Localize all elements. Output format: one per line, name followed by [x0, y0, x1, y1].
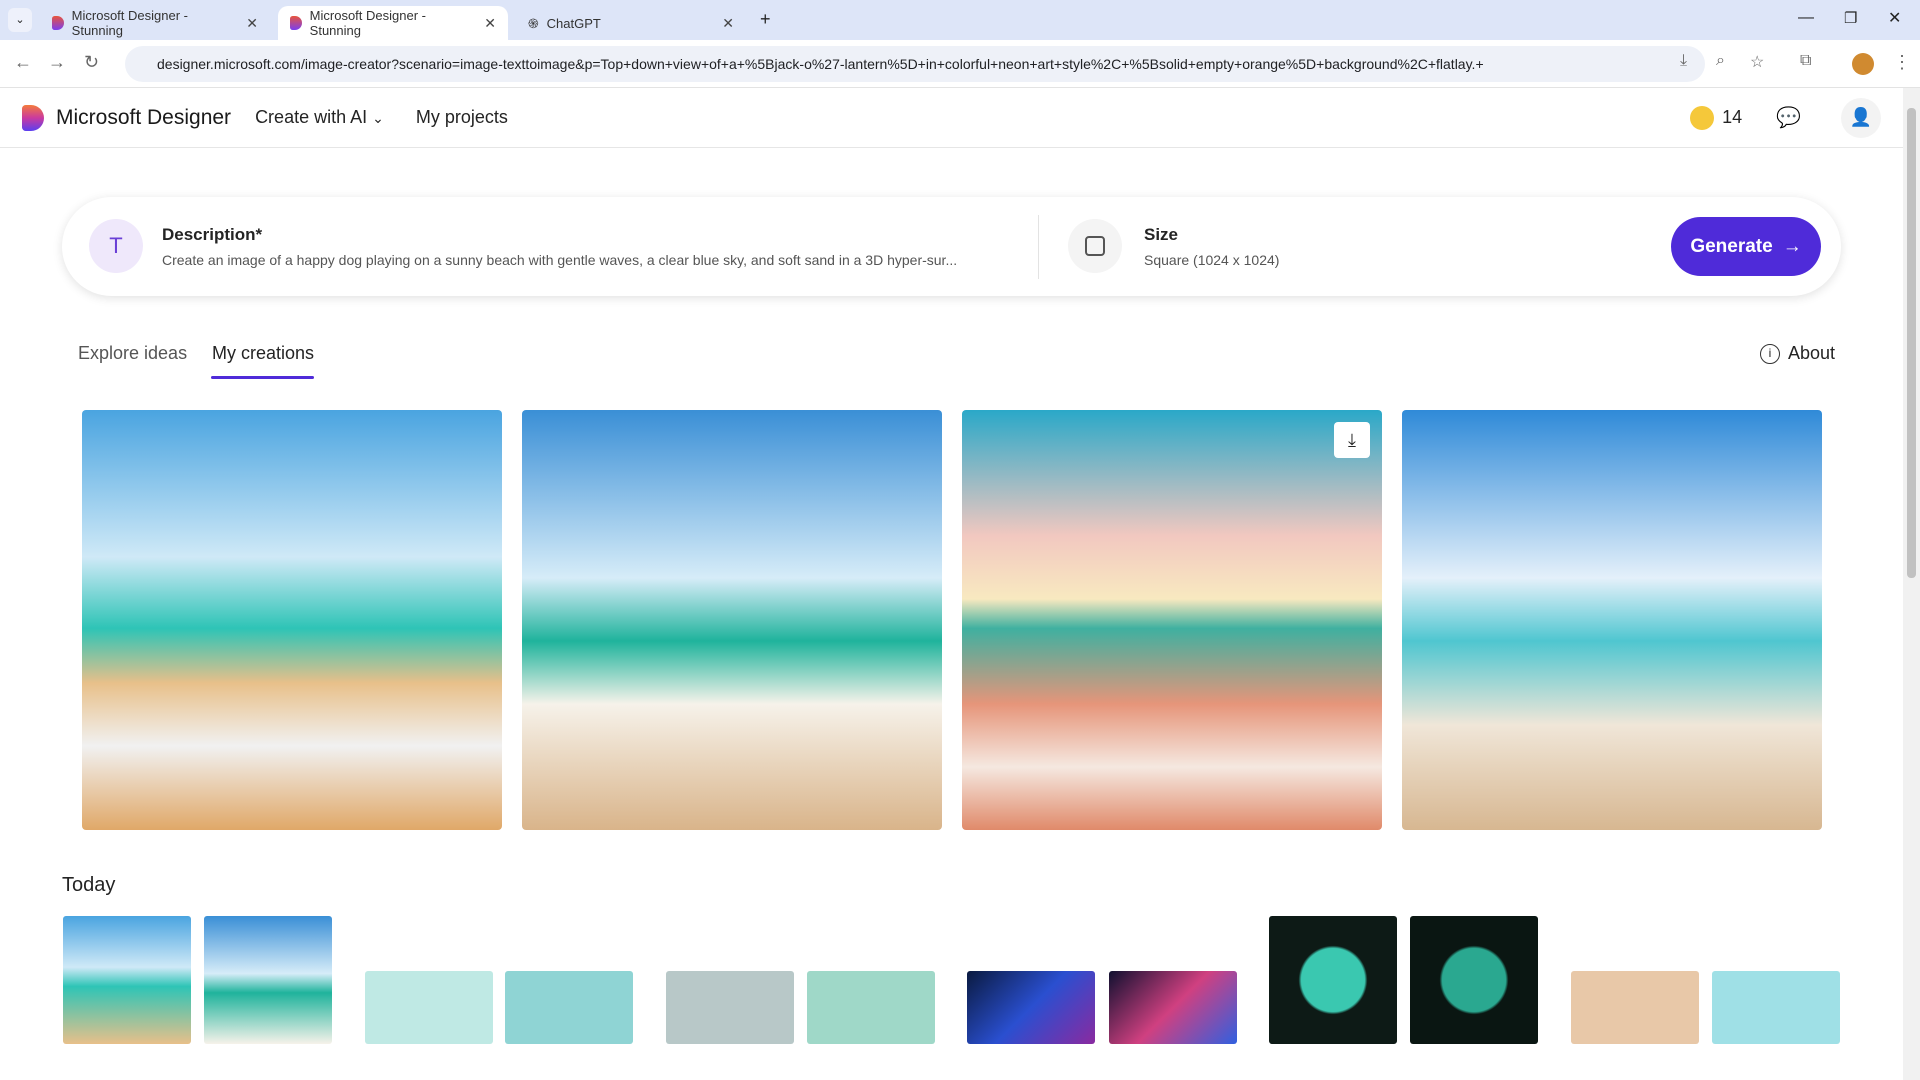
history-thumbnail[interactable] — [666, 971, 794, 1044]
tab-my-creations[interactable]: My creations — [212, 343, 314, 364]
close-icon[interactable]: ✕ — [484, 15, 496, 32]
extensions-icon[interactable]: ⧉ — [1800, 52, 1811, 70]
window-close-icon[interactable]: ✕ — [1888, 8, 1901, 28]
history-thumbnail[interactable] — [63, 916, 191, 1044]
size-label: Size — [1144, 225, 1179, 244]
designer-favicon — [290, 16, 302, 30]
new-tab-icon[interactable]: + — [760, 9, 771, 30]
browser-tab-3[interactable]: ֍ ChatGPT ✕ — [516, 6, 746, 40]
close-icon[interactable]: ✕ — [722, 15, 734, 32]
chevron-down-icon: ⌄ — [372, 110, 384, 126]
history-thumbnail[interactable] — [807, 971, 935, 1044]
generate-label: Generate — [1690, 235, 1773, 257]
text-add-icon: T — [89, 219, 143, 273]
about-label: About — [1788, 343, 1836, 363]
history-thumbnail[interactable] — [1269, 916, 1397, 1044]
about-button[interactable]: i About — [1760, 343, 1835, 364]
bookmark-star-icon[interactable]: ☆ — [1750, 52, 1764, 72]
profile-avatar[interactable] — [1852, 53, 1874, 75]
app-header: Microsoft Designer Create with AI ⌄ My p… — [0, 88, 1903, 148]
history-thumbnail[interactable] — [505, 971, 633, 1044]
create-with-ai-label: Create with AI — [255, 107, 368, 127]
reload-icon[interactable]: ↻ — [84, 52, 99, 73]
generated-image-3[interactable]: ⤓ — [962, 410, 1382, 830]
info-icon: i — [1760, 343, 1780, 364]
browser-tab-2[interactable]: Microsoft Designer - Stunning ✕ — [278, 6, 508, 40]
description-label: Description* — [162, 225, 263, 244]
designer-favicon — [52, 16, 64, 30]
history-thumbnail[interactable] — [1571, 971, 1699, 1044]
generate-button[interactable]: Generate → — [1671, 217, 1821, 276]
tab-title: Microsoft Designer - Stunning — [309, 8, 426, 38]
page-scrollbar[interactable] — [1903, 88, 1920, 1080]
credits-badge[interactable]: 14 — [1690, 105, 1743, 130]
download-icon[interactable]: ⤓ — [1334, 422, 1370, 458]
history-thumbnail[interactable] — [365, 971, 493, 1044]
forward-icon[interactable]: → — [48, 52, 66, 73]
account-icon[interactable]: 👤 — [1841, 97, 1881, 138]
history-thumbnail[interactable] — [967, 971, 1095, 1044]
size-select[interactable]: Square (1024 x 1024) — [1144, 252, 1279, 268]
divider — [1038, 215, 1039, 279]
size-square-icon — [1068, 219, 1122, 273]
tab-explore-ideas[interactable]: Explore ideas — [78, 343, 187, 364]
tab-title: Microsoft Designer - Stunning — [71, 8, 188, 38]
url-text: designer.microsoft.com/image-creator?sce… — [157, 56, 1484, 72]
browser-tab-1[interactable]: Microsoft Designer - Stunning ✕ — [40, 6, 270, 40]
generated-image-1[interactable] — [82, 410, 502, 830]
history-thumbnail[interactable] — [1109, 971, 1237, 1044]
url-field[interactable]: designer.microsoft.com/image-creator?sce… — [125, 46, 1705, 82]
scrollbar-thumb[interactable] — [1907, 108, 1916, 578]
credits-count: 14 — [1722, 107, 1743, 127]
tab-search-icon[interactable]: ⌄ — [8, 8, 32, 32]
history-thumbnail[interactable] — [204, 916, 332, 1044]
close-icon[interactable]: ✕ — [246, 15, 258, 32]
menu-icon[interactable]: ⋮ — [1893, 52, 1911, 73]
designer-logo — [22, 104, 44, 131]
boost-coin-icon — [1690, 105, 1715, 130]
restore-icon[interactable]: ❐ — [1844, 9, 1857, 27]
create-with-ai-menu[interactable]: Create with AI ⌄ — [255, 107, 384, 128]
prompt-bar: T Description* Create an image of a happ… — [62, 197, 1841, 296]
chatgpt-favicon: ֍ — [528, 16, 539, 31]
brand-name: Microsoft Designer — [56, 105, 232, 129]
address-bar: designer.microsoft.com/image-creator?sce… — [0, 40, 1920, 88]
arrow-right-icon: → — [1782, 235, 1802, 257]
generated-image-4[interactable] — [1402, 410, 1822, 830]
browser-tab-bar: ⌄ Microsoft Designer - Stunning ✕ Microso… — [0, 0, 1920, 40]
zoom-icon[interactable]: ⌕ — [1716, 52, 1725, 70]
active-tab-indicator — [211, 376, 314, 379]
history-thumbnail[interactable] — [1712, 971, 1840, 1044]
generated-image-2[interactable] — [522, 410, 942, 830]
my-projects-link[interactable]: My projects — [416, 107, 508, 128]
back-icon[interactable]: ← — [14, 52, 32, 73]
install-icon[interactable]: ⤓ — [1680, 52, 1687, 70]
share-feedback-icon[interactable]: 💬 — [1776, 105, 1801, 130]
description-input[interactable]: Create an image of a happy dog playing o… — [162, 252, 1022, 268]
tab-title: ChatGPT — [546, 15, 601, 31]
minimize-icon[interactable]: — — [1798, 9, 1814, 27]
history-thumbnail[interactable] — [1410, 916, 1538, 1044]
section-today-heading: Today — [62, 874, 116, 896]
